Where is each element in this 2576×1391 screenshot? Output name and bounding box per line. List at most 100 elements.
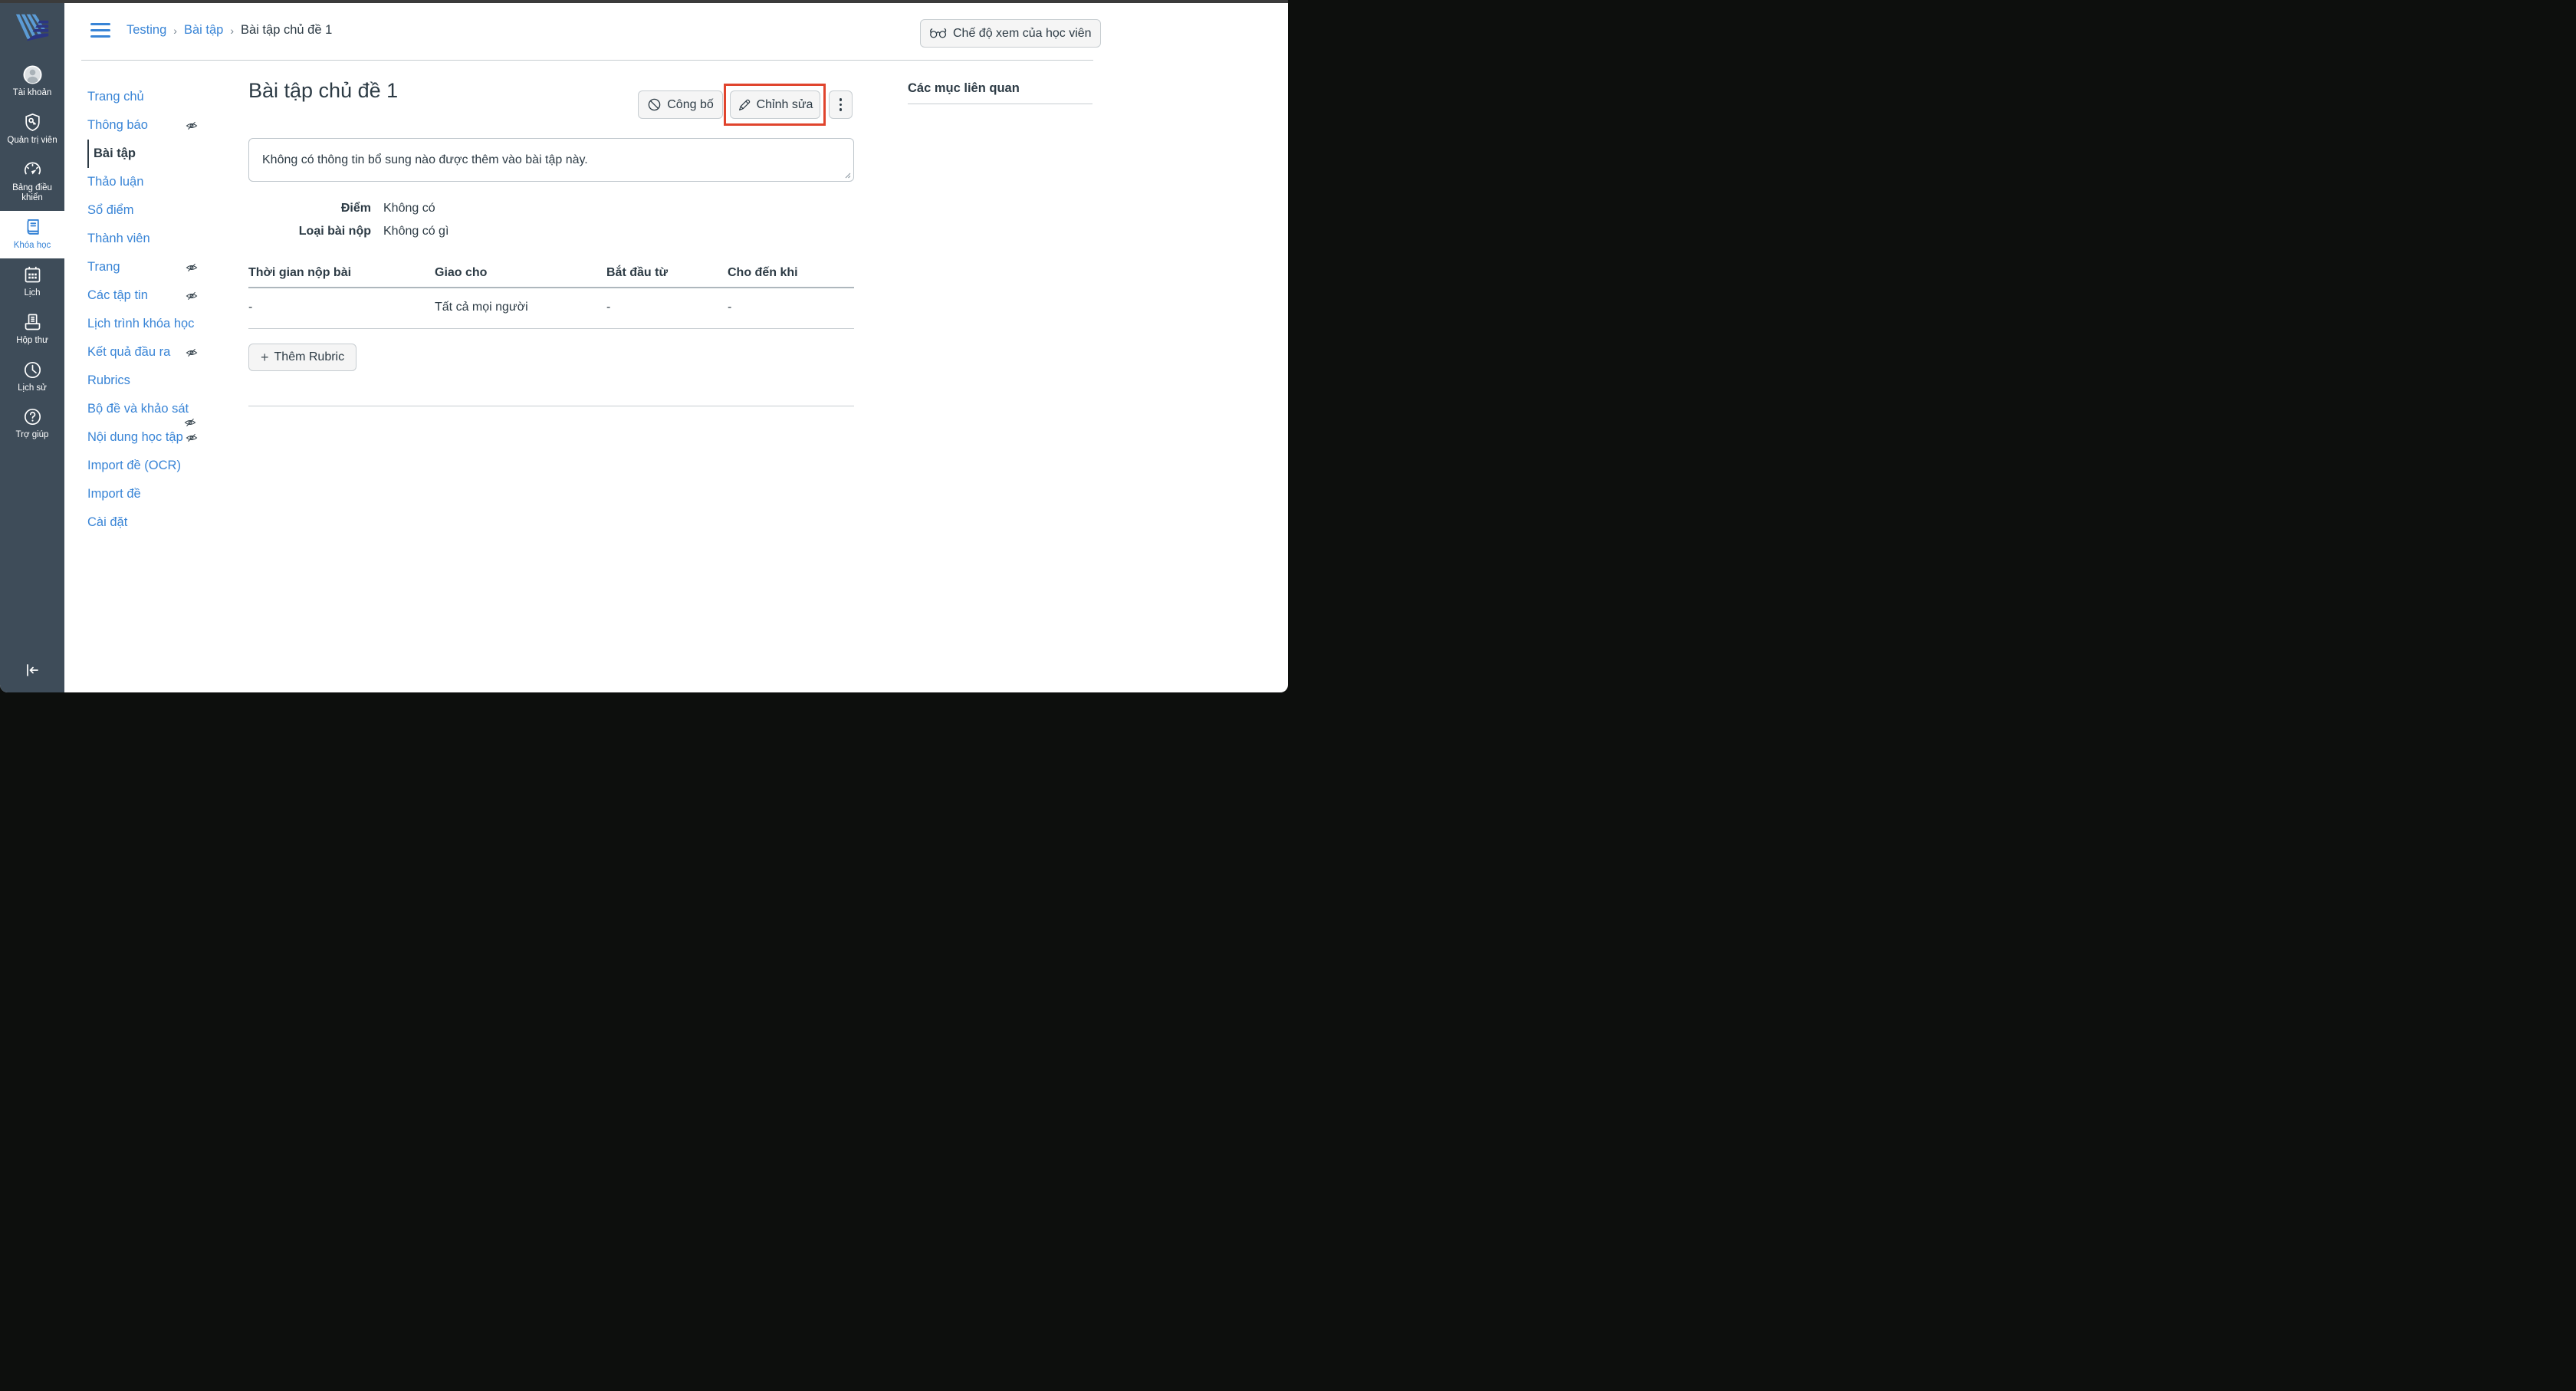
course-nav-label: Các tập tin — [87, 288, 148, 302]
table-header-cell: Cho đến khi — [728, 266, 798, 279]
global-nav-item-calendar[interactable]: Lịch — [0, 258, 64, 306]
publish-button[interactable]: Công bố — [638, 90, 723, 119]
course-nav-label: Lịch trình khóa học — [87, 317, 195, 330]
course-nav-label: Import đề — [87, 487, 141, 501]
breadcrumb: Testing › Bài tập › Bài tập chủ đề 1 — [127, 23, 332, 38]
edit-button[interactable]: Chỉnh sửa — [730, 90, 820, 119]
breadcrumb-separator: › — [230, 24, 234, 37]
course-nav-item[interactable]: Import đề — [87, 480, 199, 508]
course-nav-item[interactable]: Bài tập — [87, 140, 199, 168]
global-nav-item-help[interactable]: Trợ giúp — [0, 400, 64, 448]
table-header-row: Thời gian nộp bài Giao cho Bắt đầu từ Cho đ… — [248, 266, 854, 288]
hidden-eye-icon — [184, 120, 199, 132]
student-view-button[interactable]: Chế độ xem của học viên — [920, 19, 1101, 48]
detail-row-submission-type: Loại bài nộp Không có gì — [248, 225, 632, 238]
course-nav-item[interactable]: Import đề (OCR) — [87, 452, 199, 480]
hidden-eye-icon — [184, 432, 199, 444]
course-nav-item[interactable]: Các tập tin — [87, 281, 199, 310]
global-nav-label: Lịch sử — [18, 383, 47, 393]
breadcrumb-item[interactable]: Bài tập — [184, 23, 223, 38]
detail-label: Điểm — [340, 202, 371, 215]
glasses-icon — [930, 28, 947, 38]
global-nav-label: Khóa học — [13, 241, 51, 251]
global-nav-item-admin[interactable]: Quản trị viên — [0, 106, 64, 153]
add-rubric-button[interactable]: + Thêm Rubric — [248, 344, 357, 371]
hidden-eye-icon — [184, 347, 199, 359]
global-nav-label: Tài khoản — [12, 88, 52, 97]
course-nav-label: Thông báo — [87, 118, 148, 132]
course-nav-item[interactable]: Thông báo — [87, 111, 199, 140]
course-nav-item[interactable]: Trang — [87, 253, 199, 281]
course-nav-label: Import đề (OCR) — [87, 459, 181, 472]
course-nav-item[interactable]: Rubrics — [87, 367, 199, 395]
detail-value: Không có — [383, 202, 435, 215]
global-nav-item-account[interactable]: Tài khoản — [0, 58, 64, 106]
table-cell: Tất cả mọi người — [435, 301, 528, 314]
course-nav-label: Nội dung học tập — [87, 430, 183, 444]
collapse-arrow-left-icon — [27, 664, 38, 676]
table-cell: - — [606, 301, 611, 314]
header-divider — [81, 60, 1093, 61]
table-cell: - — [728, 301, 732, 314]
description-text: Không có thông tin bổ sung nào được thêm… — [262, 153, 588, 166]
related-items-title: Các mục liên quan — [908, 81, 1020, 95]
inbox-icon — [25, 314, 40, 330]
edit-label: Chỉnh sửa — [756, 97, 813, 111]
resize-grip-icon[interactable] — [843, 171, 851, 179]
global-nav-item-history[interactable]: Lịch sử — [0, 354, 64, 401]
dashboard-gauge-icon — [24, 162, 41, 175]
course-nav-item[interactable]: Thành viên — [87, 225, 199, 253]
pencil-icon — [738, 99, 750, 110]
course-nav-label: Kết quả đầu ra — [87, 345, 171, 359]
course-nav-label: Rubrics — [87, 373, 130, 387]
course-nav-label: Sổ điểm — [87, 203, 134, 217]
book-icon — [27, 219, 39, 235]
course-nav: Trang chủ Thông báo Bài tập Thảo luận Sổ điể… — [87, 83, 199, 537]
hidden-eye-icon — [184, 261, 199, 274]
breadcrumb-item[interactable]: Testing — [127, 23, 166, 38]
course-nav-item[interactable]: Trang chủ — [87, 83, 199, 111]
table-header-cell: Thời gian nộp bài — [248, 266, 352, 279]
more-options-button[interactable] — [829, 90, 853, 119]
global-nav-label: Bảng điều khiển — [12, 183, 52, 203]
course-nav-label: Cài đặt — [87, 515, 128, 529]
detail-row-points: Điểm Không có — [248, 202, 632, 215]
avatar-icon — [22, 65, 42, 84]
course-nav-item[interactable]: Kết quả đầu ra — [87, 338, 199, 367]
plus-icon: + — [261, 350, 269, 365]
breadcrumb-separator: › — [173, 24, 177, 37]
course-nav-label: Trang chủ — [87, 90, 144, 104]
detail-value: Không có gì — [383, 225, 449, 238]
publish-label: Công bố — [667, 97, 714, 111]
student-view-label: Chế độ xem của học viên — [953, 26, 1092, 40]
course-nav-label: Bộ đề và khảo sát — [87, 402, 189, 416]
global-nav: Tài khoản Quản trị viên Bảng điều khiển — [0, 3, 64, 692]
course-nav-item[interactable]: Cài đặt — [87, 508, 199, 537]
shield-key-icon — [25, 113, 40, 131]
table-row: - Tất cả mọi người - - — [248, 288, 854, 329]
table-cell: - — [248, 301, 253, 314]
course-nav-label: Thảo luận — [87, 175, 144, 189]
course-nav-label: Thành viên — [87, 232, 150, 245]
hamburger-menu-icon[interactable] — [90, 23, 110, 38]
global-nav-label: Hộp thư — [16, 335, 48, 345]
add-rubric-label: Thêm Rubric — [274, 350, 345, 363]
global-nav-label: Quản trị viên — [7, 135, 58, 145]
course-nav-item[interactable]: Sổ điểm — [87, 196, 199, 225]
course-nav-label: Trang — [87, 260, 120, 274]
course-nav-item[interactable]: Nội dung học tập — [87, 418, 199, 452]
global-nav-item-inbox[interactable]: Hộp thư — [0, 306, 64, 354]
table-header-cell: Giao cho — [435, 266, 488, 279]
hidden-eye-icon — [182, 416, 198, 429]
course-nav-item[interactable]: Lịch trình khóa học — [87, 310, 199, 338]
global-nav-item-dashboard[interactable]: Bảng điều khiển — [0, 153, 64, 212]
calendar-icon — [25, 266, 40, 283]
collapse-nav-button[interactable] — [0, 661, 64, 683]
action-row: Công bố Chỉnh sửa — [248, 84, 854, 126]
global-nav-item-courses[interactable]: Khóa học — [0, 211, 64, 258]
hidden-eye-icon — [184, 290, 199, 302]
brand-logo[interactable] — [15, 11, 50, 46]
circle-slash-icon — [648, 98, 661, 111]
course-nav-item[interactable]: Thảo luận — [87, 168, 199, 196]
description-box[interactable]: Không có thông tin bổ sung nào được thêm… — [248, 138, 854, 182]
